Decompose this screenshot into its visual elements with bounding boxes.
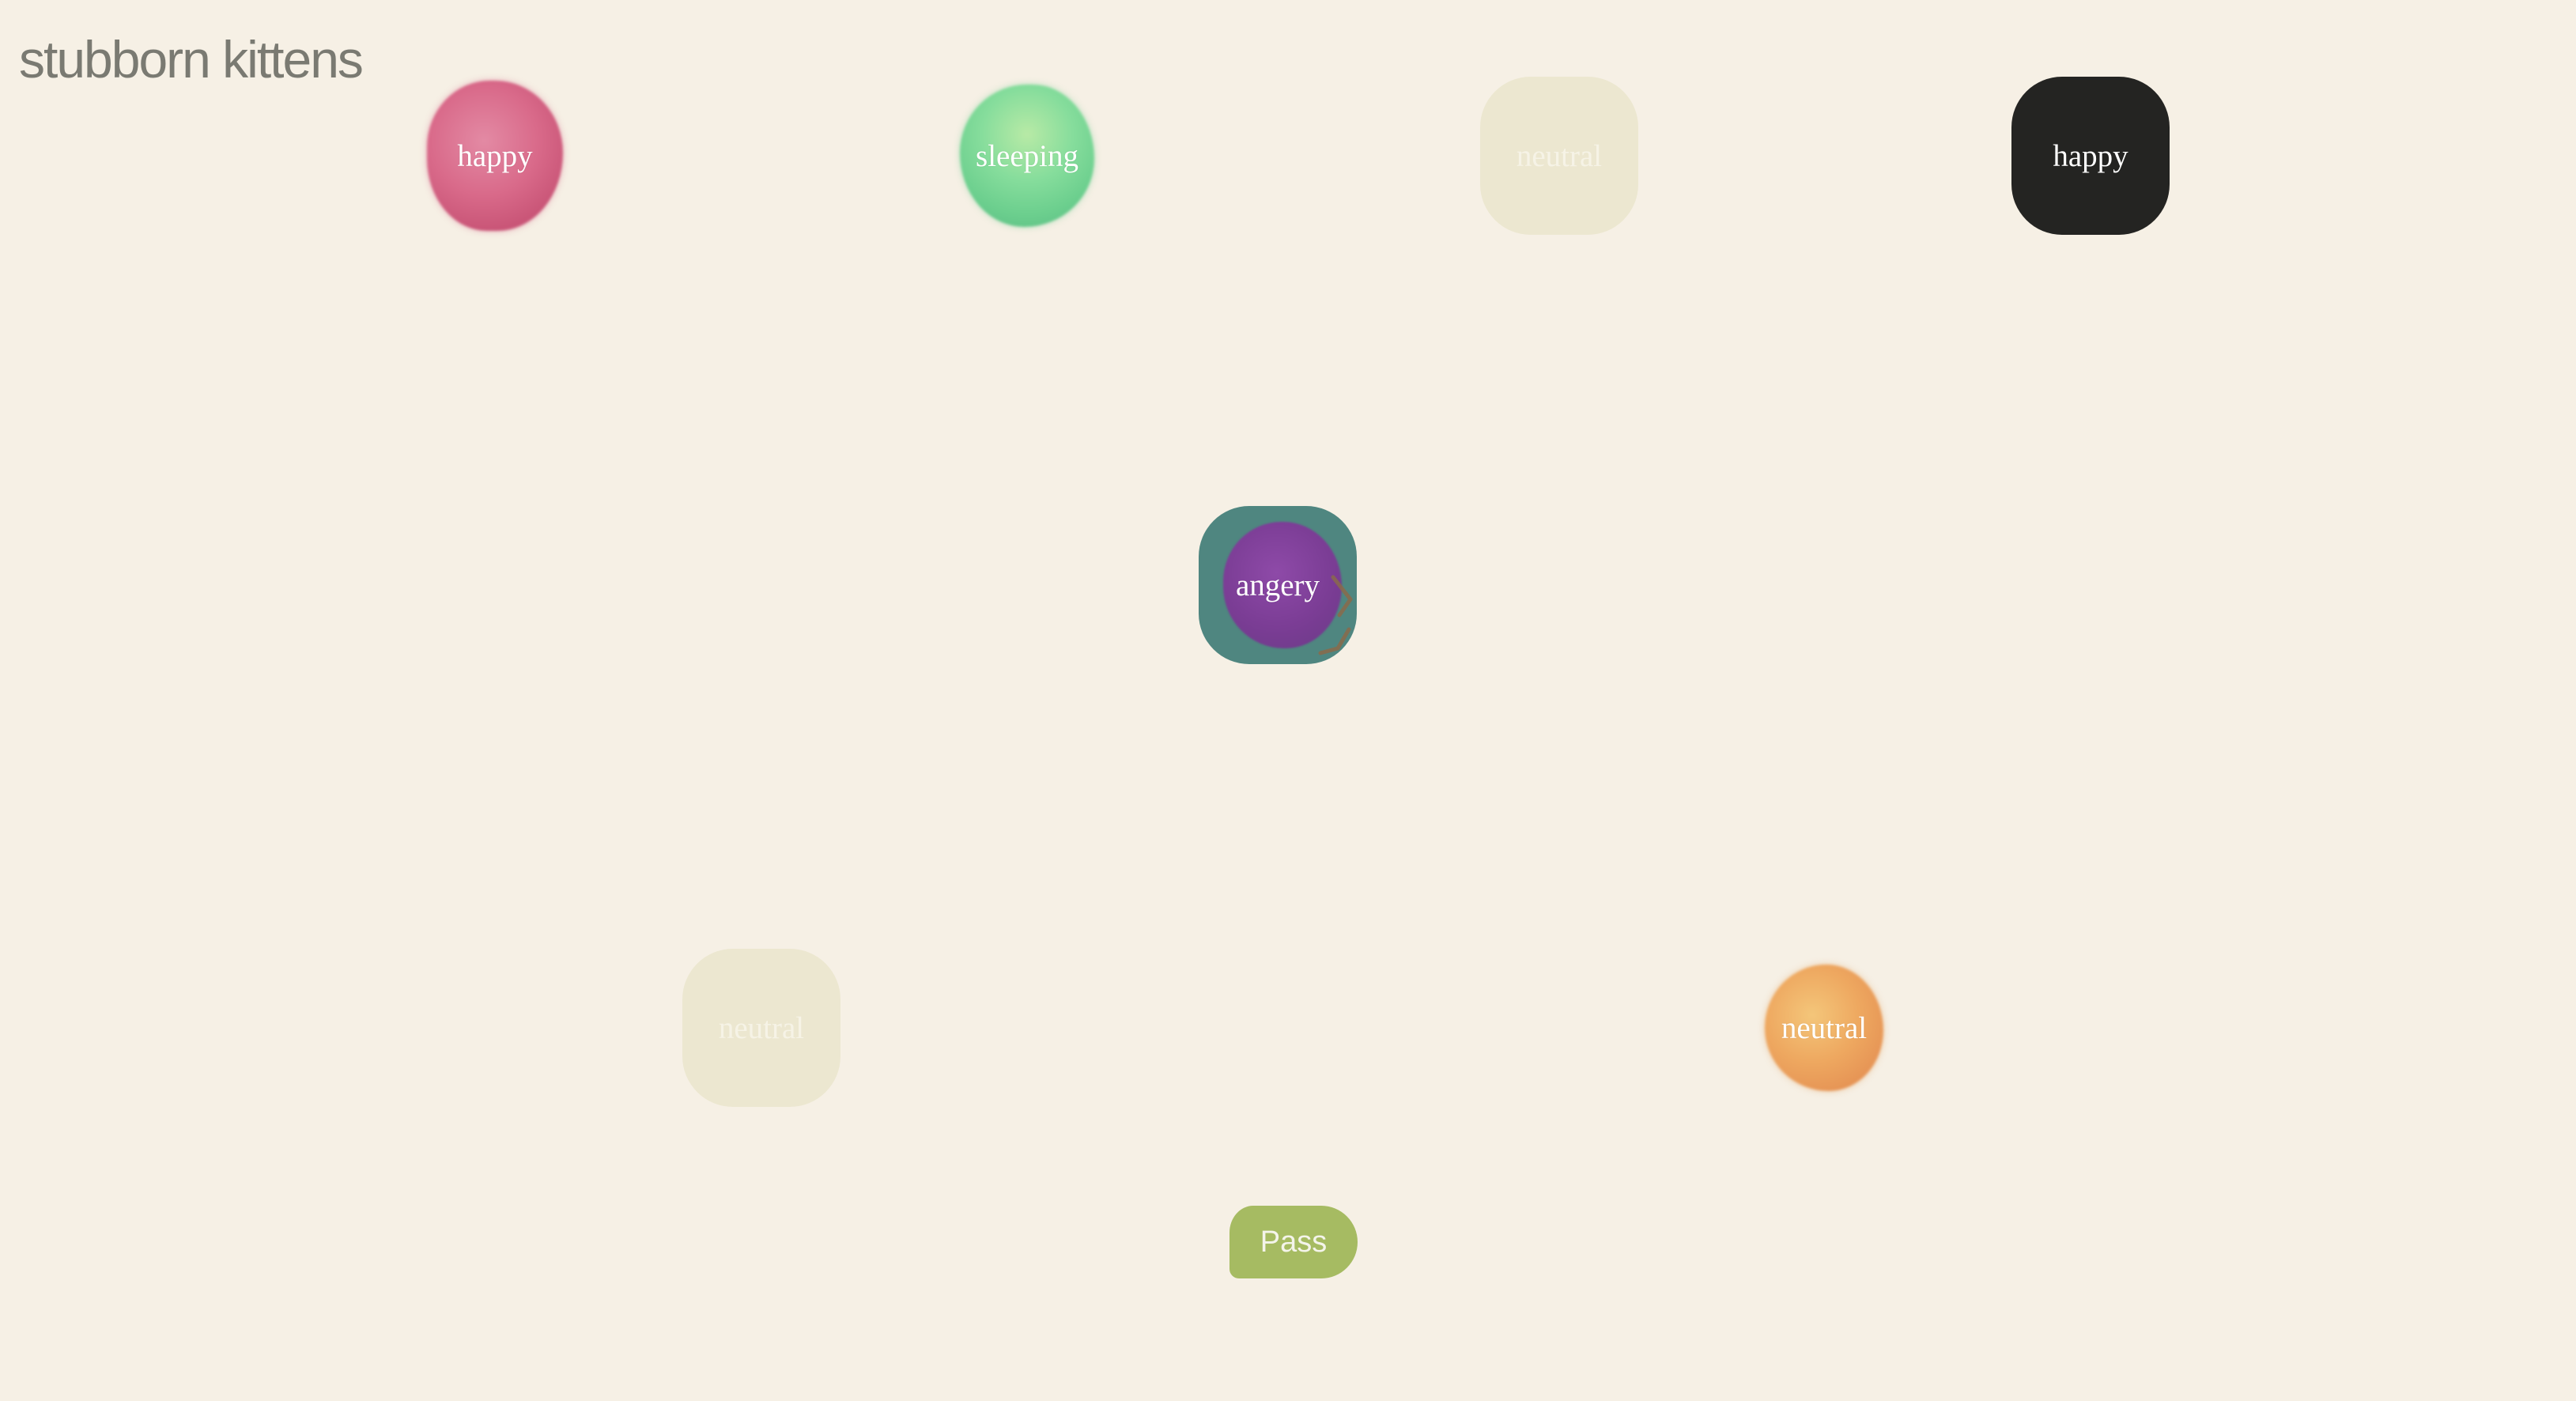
kitten-token-neutral-ghost[interactable]: neutral <box>1480 77 1638 235</box>
pass-button-label: Pass <box>1260 1225 1328 1259</box>
app-title: stubborn kittens <box>19 30 364 89</box>
kitten-token-label: happy <box>457 138 533 173</box>
kitten-token-neutral-ghost-2[interactable]: neutral <box>682 949 840 1107</box>
pass-button[interactable]: Pass <box>1229 1206 1358 1278</box>
game-board: stubborn kittens happy sleeping neutral … <box>0 0 2576 1401</box>
kitten-token-happy-black[interactable]: happy <box>2011 77 2170 235</box>
scribble-mark-icon <box>1318 575 1353 655</box>
kitten-token-angery-selected[interactable]: angery <box>1199 506 1357 664</box>
kitten-token-label: neutral <box>1781 1010 1868 1045</box>
kitten-token-label: neutral <box>718 1010 805 1045</box>
kitten-token-neutral-orange[interactable]: neutral <box>1745 949 1903 1107</box>
kitten-token-label: neutral <box>1516 138 1603 173</box>
kitten-token-label: angery <box>1235 568 1320 602</box>
kitten-token-label: happy <box>2053 138 2128 173</box>
kitten-token-sleeping-green[interactable]: sleeping <box>948 77 1106 235</box>
kitten-token-label: sleeping <box>976 138 1078 173</box>
kitten-token-happy-pink[interactable]: happy <box>416 77 574 235</box>
